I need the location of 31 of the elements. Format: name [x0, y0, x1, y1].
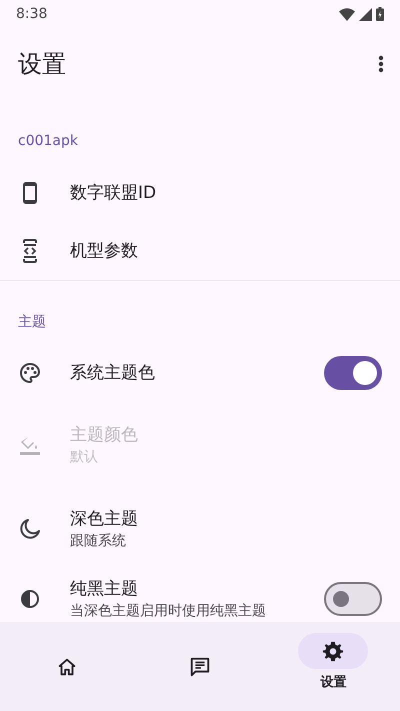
toggle-switch[interactable] [324, 582, 382, 616]
signal-icon [359, 8, 372, 20]
settings-item[interactable]: 纯黑主题 当深色主题启用时使用纯黑主题 [0, 569, 400, 622]
moon-icon [18, 517, 42, 541]
item-subtitle: 当深色主题启用时使用纯黑主题 [70, 602, 267, 621]
more-options-icon[interactable] [378, 55, 384, 73]
palette-icon [18, 361, 42, 385]
item-subtitle: 跟随系统 [70, 532, 127, 551]
item-title: 纯黑主题 [70, 578, 139, 601]
nav-tab[interactable] [298, 632, 368, 669]
settings-item[interactable]: 数字联盟ID [0, 164, 400, 222]
toggle-switch[interactable] [324, 356, 382, 390]
settings-item[interactable]: 深色主题 跟随系统 [0, 489, 400, 569]
message-icon [188, 656, 211, 678]
item-title: 数字联盟ID [70, 182, 158, 205]
nav-label: 设置 [320, 674, 346, 692]
item-title: 主题颜色 [70, 424, 139, 447]
wifi-icon [339, 8, 355, 20]
page-title: 设置 [18, 49, 66, 80]
settings-item[interactable]: 机型参数 [0, 222, 400, 280]
status-time: 8:38 [16, 4, 48, 24]
contrast-icon [18, 587, 42, 611]
item-subtitle: 默认 [70, 448, 99, 467]
item-title: 机型参数 [70, 240, 139, 263]
section-header: 主题 [18, 314, 46, 330]
settings-item[interactable]: 系统主题色 [0, 345, 400, 401]
battery-icon [376, 7, 384, 21]
settings-icon [322, 640, 344, 662]
item-title: 系统主题色 [70, 362, 156, 385]
section-header: c001apk [18, 133, 78, 149]
item-title: 深色主题 [70, 508, 139, 531]
